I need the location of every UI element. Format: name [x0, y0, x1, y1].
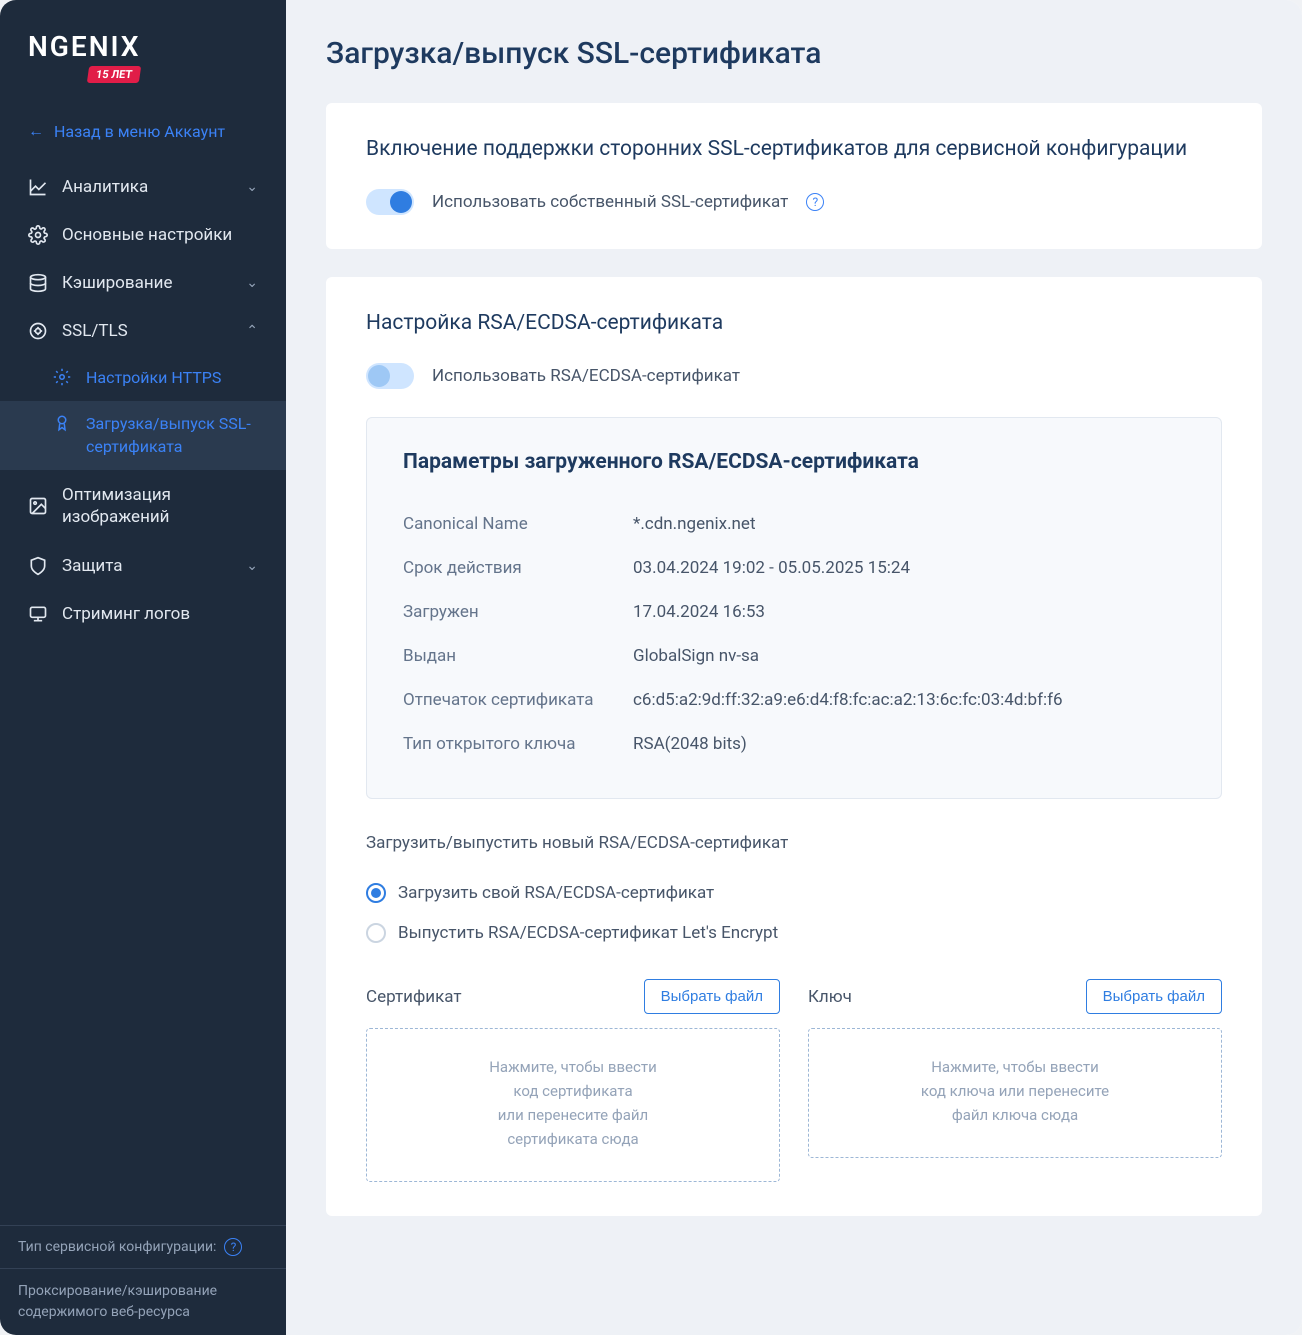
config-type-label-row: Тип сервисной конфигурации: ?: [0, 1226, 286, 1269]
sidebar-item-label: Защита: [62, 556, 123, 576]
sidebar-item-settings[interactable]: Основные настройки: [0, 211, 286, 259]
sidebar-item-log-streaming[interactable]: Стриминг логов: [0, 590, 286, 638]
card-title: Включение поддержки сторонних SSL-сертиф…: [366, 137, 1222, 161]
certificate-title: Сертификат: [366, 987, 462, 1007]
param-row: Выдан GlobalSign nv-sa: [403, 634, 1185, 678]
sidebar-item-label: SSL/TLS: [62, 321, 128, 341]
toggle-rsa-ecdsa[interactable]: [366, 363, 414, 389]
help-icon[interactable]: ?: [224, 1238, 242, 1256]
main-content: Загрузка/выпуск SSL-сертификата Включени…: [286, 0, 1302, 1335]
param-value: 03.04.2024 19:02 - 05.05.2025 15:24: [633, 558, 910, 578]
param-row: Загружен 17.04.2024 16:53: [403, 590, 1185, 634]
param-value: RSA(2048 bits): [633, 734, 747, 754]
param-row: Срок действия 03.04.2024 19:02 - 05.05.2…: [403, 546, 1185, 590]
help-icon[interactable]: ?: [806, 193, 824, 211]
certificate-column: Сертификат Выбрать файл Нажмите, чтобы в…: [366, 979, 780, 1182]
sidebar-item-label: Кэширование: [62, 273, 172, 293]
chevron-down-icon: ⌄: [246, 275, 258, 291]
sidebar-item-security[interactable]: Защита ⌄: [0, 542, 286, 590]
card-rsa-ecdsa: Настройка RSA/ECDSA-сертификата Использо…: [326, 277, 1262, 1216]
chart-line-icon: [28, 177, 48, 197]
chevron-down-icon: ⌄: [246, 558, 258, 574]
image-icon: [28, 496, 48, 516]
toggle-rsa-ecdsa-label: Использовать RSA/ECDSA-сертификат: [432, 366, 740, 386]
toggle-custom-ssl-label: Использовать собственный SSL-сертификат: [432, 192, 788, 212]
sidebar: NGENIX 15 ЛЕТ ← Назад в меню Аккаунт Ана…: [0, 0, 286, 1335]
toggle-custom-ssl[interactable]: [366, 189, 414, 215]
back-to-account-link[interactable]: ← Назад в меню Аккаунт: [0, 107, 286, 163]
database-icon: [28, 273, 48, 293]
brand-logo: NGENIX 15 ЛЕТ: [0, 0, 286, 107]
card-enable-custom-ssl: Включение поддержки сторонних SSL-сертиф…: [326, 103, 1262, 249]
sidebar-item-label: Оптимизация изображений: [62, 484, 258, 528]
cert-params-title: Параметры загруженного RSA/ECDSA-сертифи…: [403, 450, 1185, 474]
gear-icon: [52, 367, 72, 387]
choose-cert-file-button[interactable]: Выбрать файл: [644, 979, 780, 1014]
param-value: 17.04.2024 16:53: [633, 602, 765, 622]
param-label: Отпечаток сертификата: [403, 690, 633, 710]
sidebar-item-analytics[interactable]: Аналитика ⌄: [0, 163, 286, 211]
radio-icon: [366, 923, 386, 943]
brand-badge: 15 ЛЕТ: [87, 66, 142, 83]
param-label: Canonical Name: [403, 514, 633, 534]
param-value: *.cdn.ngenix.net: [633, 514, 756, 534]
chevron-down-icon: ⌄: [246, 179, 258, 195]
config-type-value: Проксирование/кэширование содержимого ве…: [0, 1269, 286, 1335]
param-row: Тип открытого ключа RSA(2048 bits): [403, 722, 1185, 766]
toggle-rsa-ecdsa-row: Использовать RSA/ECDSA-сертификат: [366, 363, 1222, 389]
choose-key-file-button[interactable]: Выбрать файл: [1086, 979, 1222, 1014]
sidebar-nav: Аналитика ⌄ Основные настройки Кэширован…: [0, 163, 286, 1225]
sliders-icon: [28, 225, 48, 245]
arrow-left-icon: ←: [28, 121, 44, 141]
back-link-label: Назад в меню Аккаунт: [54, 122, 225, 141]
sidebar-item-ssl-tls[interactable]: SSL/TLS ⌃: [0, 307, 286, 355]
key-title: Ключ: [808, 987, 852, 1007]
sidebar-item-label: Аналитика: [62, 177, 148, 197]
param-label: Загружен: [403, 602, 633, 622]
sidebar-item-label: Стриминг логов: [62, 604, 190, 624]
radio-label: Загрузить свой RSA/ECDSA-сертификат: [398, 883, 714, 903]
lock-icon: [28, 321, 48, 341]
sidebar-subitem-label: Загрузка/выпуск SSL-сертификата: [86, 413, 258, 458]
brand-name: NGENIX: [28, 30, 141, 63]
upload-section-label: Загрузить/выпустить новый RSA/ECDSA-серт…: [366, 833, 1222, 853]
toggle-custom-ssl-row: Использовать собственный SSL-сертификат …: [366, 189, 1222, 215]
config-type-label: Тип сервисной конфигурации:: [18, 1239, 216, 1255]
param-row: Canonical Name *.cdn.ngenix.net: [403, 502, 1185, 546]
param-label: Выдан: [403, 646, 633, 666]
sidebar-subitem-label: Настройки HTTPS: [86, 367, 221, 389]
cert-params-box: Параметры загруженного RSA/ECDSA-сертифи…: [366, 417, 1222, 799]
upload-grid: Сертификат Выбрать файл Нажмите, чтобы в…: [366, 979, 1222, 1182]
card-title: Настройка RSA/ECDSA-сертификата: [366, 311, 1222, 335]
sidebar-footer: Тип сервисной конфигурации: ? Проксирова…: [0, 1225, 286, 1335]
radio-label: Выпустить RSA/ECDSA-сертификат Let's Enc…: [398, 923, 778, 943]
certificate-dropzone[interactable]: Нажмите, чтобы ввести код сертификата ил…: [366, 1028, 780, 1182]
page-title: Загрузка/выпуск SSL-сертификата: [326, 36, 1262, 71]
radio-icon: [366, 883, 386, 903]
certificate-icon: [52, 413, 72, 433]
shield-icon: [28, 556, 48, 576]
param-label: Срок действия: [403, 558, 633, 578]
chevron-up-icon: ⌃: [246, 323, 258, 339]
key-column: Ключ Выбрать файл Нажмите, чтобы ввести …: [808, 979, 1222, 1182]
param-label: Тип открытого ключа: [403, 734, 633, 754]
param-row: Отпечаток сертификата c6:d5:a2:9d:ff:32:…: [403, 678, 1185, 722]
param-value: GlobalSign nv-sa: [633, 646, 759, 666]
key-dropzone[interactable]: Нажмите, чтобы ввести код ключа или пере…: [808, 1028, 1222, 1158]
radio-upload-own-cert[interactable]: Загрузить свой RSA/ECDSA-сертификат: [366, 873, 1222, 913]
sidebar-item-caching[interactable]: Кэширование ⌄: [0, 259, 286, 307]
sidebar-item-label: Основные настройки: [62, 225, 232, 245]
sidebar-subitem-https-settings[interactable]: Настройки HTTPS: [0, 355, 286, 401]
param-value: c6:d5:a2:9d:ff:32:a9:e6:d4:f8:fc:ac:a2:1…: [633, 690, 1063, 710]
stream-icon: [28, 604, 48, 624]
radio-issue-letsencrypt[interactable]: Выпустить RSA/ECDSA-сертификат Let's Enc…: [366, 913, 1222, 953]
sidebar-item-image-optimization[interactable]: Оптимизация изображений: [0, 470, 286, 542]
sidebar-subitem-ssl-upload[interactable]: Загрузка/выпуск SSL-сертификата: [0, 401, 286, 470]
